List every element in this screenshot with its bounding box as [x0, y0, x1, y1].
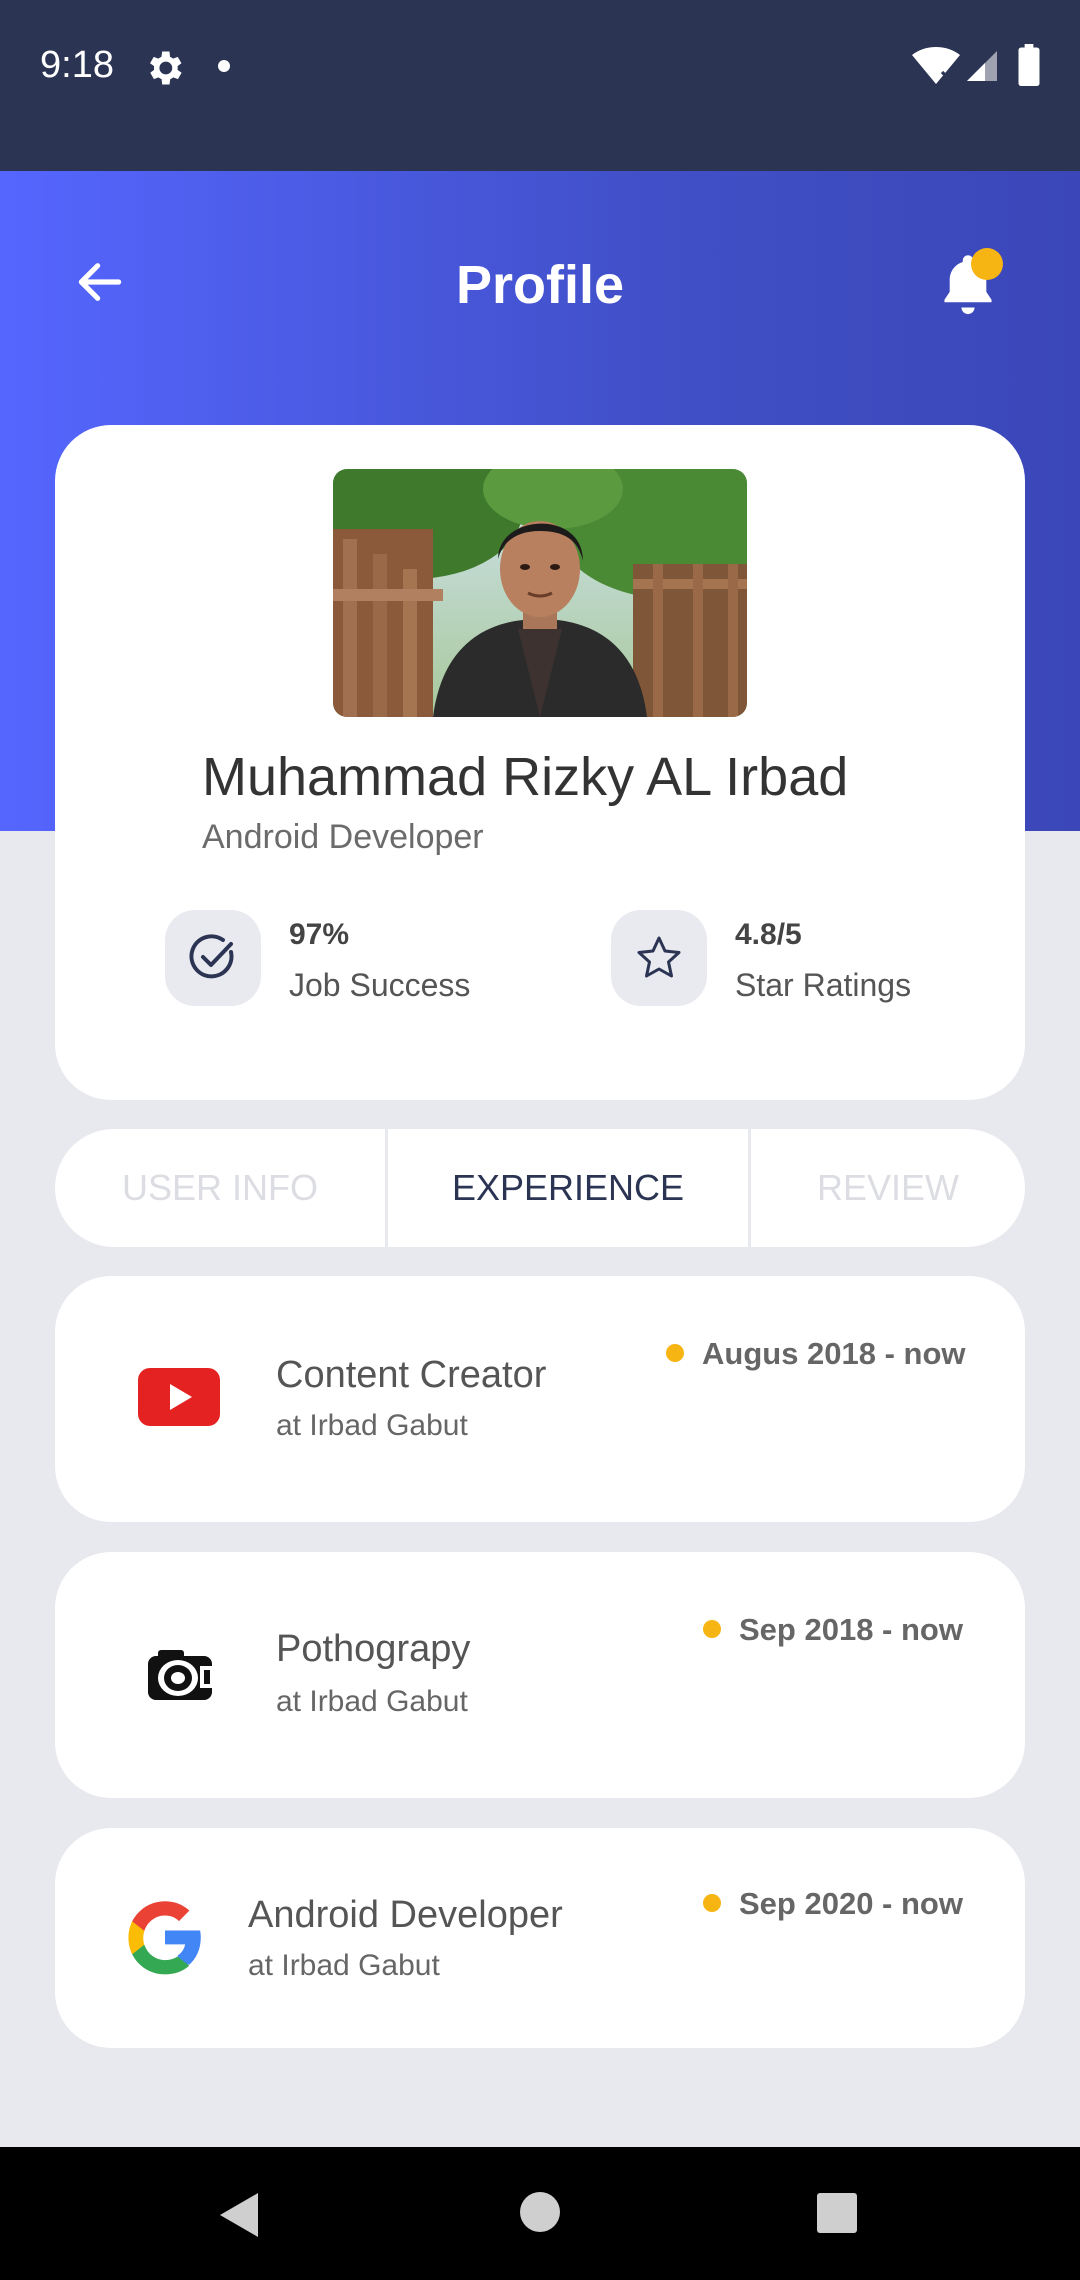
recents-square-icon[interactable] [817, 2193, 857, 2233]
job-success-badge [165, 910, 261, 1006]
experience-card[interactable]: Android Developer at Irbad Gabut Sep 202… [55, 1828, 1025, 2048]
status-time: 9:18 [40, 44, 114, 86]
avatar[interactable] [333, 469, 747, 717]
tab-review[interactable]: REVIEW [751, 1129, 1025, 1247]
battery-icon [1018, 44, 1040, 86]
back-triangle-icon[interactable] [218, 2191, 260, 2239]
experience-card[interactable]: Pothograpy at Irbad Gabut Sep 2018 - now [55, 1552, 1025, 1798]
star-rating-value: 4.8/5 [735, 918, 802, 951]
wifi-icon [912, 47, 960, 84]
experience-date: Sep 2020 - now [739, 1886, 963, 1921]
date-dot-icon [703, 1620, 721, 1638]
google-icon [128, 1901, 201, 1975]
signal-icon [967, 51, 997, 81]
tab-user-info[interactable]: USER INFO [55, 1129, 385, 1247]
experience-company: at Irbad Gabut [276, 1685, 468, 1718]
star-rating-label: Star Ratings [735, 967, 912, 1003]
experience-date: Sep 2018 - now [739, 1612, 963, 1647]
camera-icon [148, 1650, 214, 1700]
job-success-value: 97% [289, 918, 350, 951]
experience-date: Augus 2018 - now [702, 1336, 966, 1371]
experience-title: Pothograpy [276, 1628, 471, 1670]
date-dot-icon [703, 1894, 721, 1912]
notification-badge [971, 248, 1003, 280]
experience-company: at Irbad Gabut [248, 1949, 440, 1982]
experience-card[interactable]: Content Creator at Irbad Gabut Augus 201… [55, 1276, 1025, 1522]
star-rating-badge [611, 910, 707, 1006]
experience-title: Content Creator [276, 1354, 547, 1396]
job-success-label: Job Success [289, 967, 471, 1003]
home-circle-icon[interactable] [519, 2191, 561, 2233]
user-role: Android Developer [202, 818, 484, 856]
tab-experience[interactable]: EXPERIENCE [388, 1129, 748, 1247]
dot-icon [218, 60, 230, 72]
gear-icon [150, 51, 182, 85]
check-circle-icon [189, 934, 234, 979]
star-icon [637, 936, 681, 978]
page-title: Profile [455, 255, 625, 315]
user-name: Muhammad Rizky AL Irbad [202, 747, 849, 807]
date-dot-icon [666, 1344, 684, 1362]
experience-company: at Irbad Gabut [276, 1409, 468, 1442]
navigation-bar [0, 2147, 1080, 2280]
youtube-icon [138, 1368, 220, 1426]
tab-bar: USER INFO EXPERIENCE REVIEW [55, 1129, 1025, 1247]
experience-title: Android Developer [248, 1894, 563, 1936]
status-bar: 9:18 [0, 0, 1080, 171]
